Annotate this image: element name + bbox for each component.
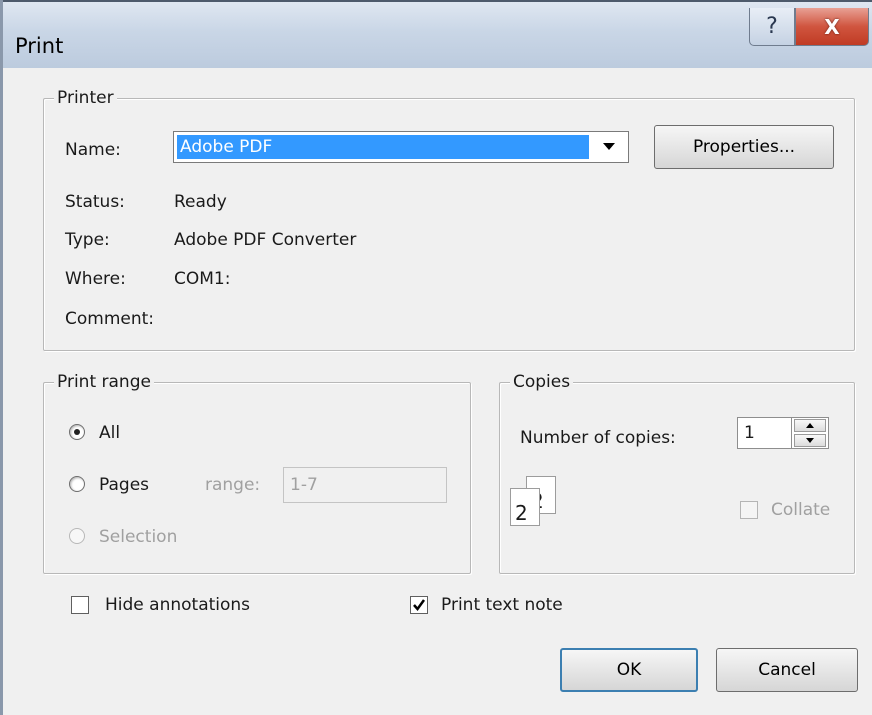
print-dialog: Print ? X Printer Name: Adobe PDF Proper… xyxy=(0,0,872,715)
type-label: Type: xyxy=(65,230,110,250)
printer-name-select[interactable]: Adobe PDF xyxy=(173,131,629,163)
window-title: Print xyxy=(15,34,64,58)
cancel-button-label: Cancel xyxy=(758,660,816,680)
range-input-value: 1-7 xyxy=(290,475,318,495)
arrow-down-icon xyxy=(806,438,814,443)
comment-label: Comment: xyxy=(65,309,155,329)
print-range-legend: Print range xyxy=(54,372,154,392)
where-value: COM1: xyxy=(174,269,231,289)
hide-annotations-checkbox[interactable] xyxy=(71,596,89,614)
radio-selection-label[interactable]: Selection xyxy=(99,526,177,548)
radio-pages[interactable] xyxy=(69,476,85,492)
page-front-number: 2 xyxy=(515,501,528,525)
page-front-icon: 2 xyxy=(510,488,540,526)
arrow-up-icon xyxy=(806,423,814,428)
hide-annotations-label[interactable]: Hide annotations xyxy=(105,594,250,616)
number-of-copies-value: 1 xyxy=(744,423,755,443)
help-icon: ? xyxy=(766,14,778,39)
collate-checkbox[interactable] xyxy=(740,501,758,519)
copies-legend: Copies xyxy=(510,372,574,392)
where-label: Where: xyxy=(65,269,126,289)
title-bar[interactable]: Print ? X xyxy=(3,0,872,68)
status-value: Ready xyxy=(174,192,227,212)
radio-all[interactable] xyxy=(69,424,85,440)
cancel-button[interactable]: Cancel xyxy=(716,648,858,692)
help-button[interactable]: ? xyxy=(749,8,795,46)
collate-label[interactable]: Collate xyxy=(771,499,830,521)
radio-all-label[interactable]: All xyxy=(99,422,120,444)
printer-group-legend: Printer xyxy=(54,88,117,108)
spin-up-button[interactable] xyxy=(794,419,826,432)
range-input[interactable]: 1-7 xyxy=(283,467,447,503)
collate-pages-icon: 2 2 xyxy=(500,476,564,538)
printer-name-label: Name: xyxy=(65,140,121,160)
status-label: Status: xyxy=(65,192,125,212)
ok-button-label: OK xyxy=(616,660,642,680)
ok-button[interactable]: OK xyxy=(560,648,698,692)
printer-name-value: Adobe PDF xyxy=(177,135,589,159)
dialog-body: Printer Name: Adobe PDF Properties... St… xyxy=(3,68,872,715)
radio-selection[interactable] xyxy=(69,528,85,544)
print-text-note-label[interactable]: Print text note xyxy=(441,594,563,616)
chevron-down-icon[interactable] xyxy=(592,135,626,159)
number-of-copies-label: Number of copies: xyxy=(520,428,676,448)
type-value: Adobe PDF Converter xyxy=(174,230,357,250)
properties-button-label: Properties... xyxy=(692,137,796,157)
print-text-note-checkbox[interactable] xyxy=(410,596,428,614)
close-icon: X xyxy=(824,14,840,39)
checkmark-icon xyxy=(413,599,426,612)
spin-down-button[interactable] xyxy=(794,434,826,447)
copies-spinner[interactable] xyxy=(791,417,829,449)
radio-pages-label[interactable]: Pages xyxy=(99,474,149,496)
properties-button[interactable]: Properties... xyxy=(654,125,834,169)
close-button[interactable]: X xyxy=(795,8,869,46)
range-label: range: xyxy=(205,475,261,495)
number-of-copies-input[interactable]: 1 xyxy=(737,417,793,449)
